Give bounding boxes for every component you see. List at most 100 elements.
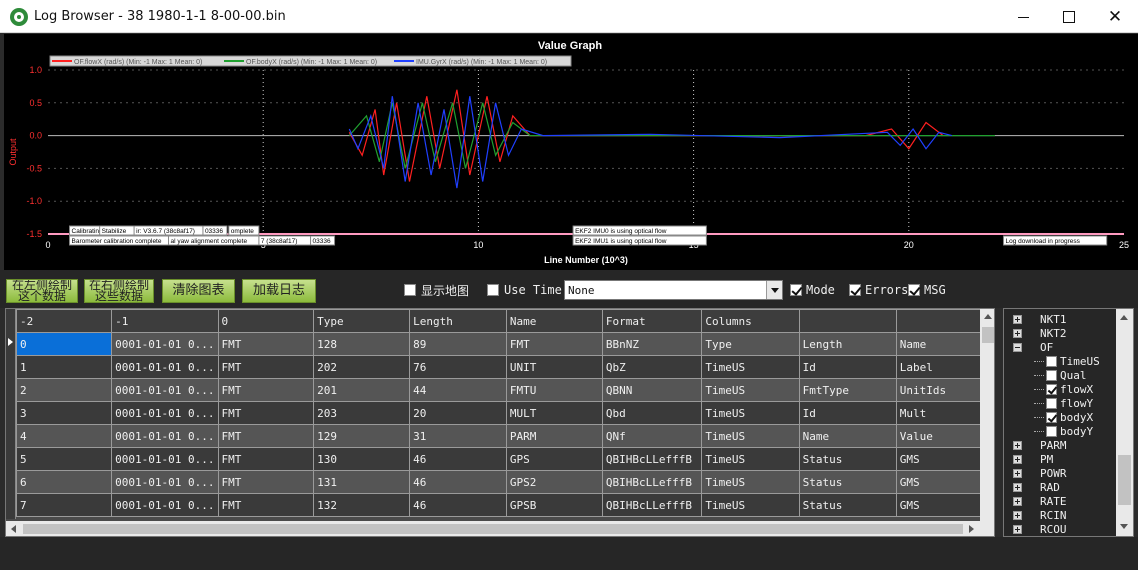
table-cell[interactable]: 5 — [15, 447, 113, 471]
table-cell[interactable]: TimeUS — [701, 355, 800, 379]
table-cell[interactable]: 0001-01-01 0... — [111, 424, 219, 448]
table-cell[interactable]: 0001-01-01 0... — [111, 332, 219, 356]
expand-icon[interactable] — [1013, 497, 1022, 506]
table-cell[interactable]: Name — [798, 424, 897, 448]
expand-icon[interactable] — [1013, 329, 1022, 338]
expand-icon[interactable] — [1013, 483, 1022, 492]
table-cell[interactable]: FMT — [505, 332, 603, 356]
table-vertical-scrollbar[interactable] — [980, 309, 994, 521]
table-cell[interactable]: TimeUS — [701, 470, 800, 494]
table-cell[interactable]: 4 — [15, 424, 113, 448]
table-cell[interactable]: 31 — [409, 424, 507, 448]
table-cell[interactable]: Length — [798, 332, 897, 356]
table-row[interactable]: 7 0001-01-01 0... FMT 132 46 GPSB QBIHBcLLefff… — [15, 493, 994, 517]
errors-checkbox[interactable] — [849, 284, 861, 296]
table-cell[interactable]: FMT — [217, 355, 315, 379]
table-cell[interactable]: 89 — [409, 332, 507, 356]
collapse-icon[interactable] — [1013, 343, 1022, 352]
table-cell[interactable]: 2 — [15, 378, 113, 402]
table-cell[interactable]: 128 — [313, 332, 411, 356]
column-header[interactable]: Name — [505, 309, 603, 333]
table-cell[interactable]: 46 — [409, 470, 507, 494]
tree-item[interactable]: flowX — [1004, 382, 1114, 396]
table-cell[interactable]: Value — [895, 424, 994, 448]
table-cell[interactable]: FMT — [217, 401, 315, 425]
row-header-column[interactable] — [6, 309, 16, 519]
table-cell[interactable]: GPS2 — [505, 470, 603, 494]
show-map-checkbox[interactable] — [404, 284, 416, 296]
table-cell[interactable]: FMT — [217, 470, 315, 494]
table-cell[interactable]: Status — [798, 447, 897, 471]
close-button[interactable]: ✕ — [1092, 0, 1138, 33]
table-cell[interactable]: Id — [798, 355, 897, 379]
table-cell[interactable]: Label — [895, 355, 994, 379]
graph-right-button[interactable]: 在右侧绘制 这些数据 — [84, 279, 154, 303]
tree-item[interactable]: NKT2 — [1004, 326, 1114, 340]
table-cell[interactable]: Status — [798, 493, 897, 517]
column-header[interactable]: Length — [409, 309, 507, 333]
table-cell[interactable]: QBIHBcLLefffB — [601, 493, 703, 517]
tree-item-checkbox[interactable] — [1046, 426, 1057, 437]
expand-icon[interactable] — [1013, 441, 1022, 450]
column-header[interactable]: Type — [313, 309, 411, 333]
clear-graph-button[interactable]: 清除图表 — [162, 279, 235, 303]
table-cell[interactable]: 131 — [313, 470, 411, 494]
table-cell[interactable]: FMT — [217, 447, 315, 471]
table-cell[interactable]: TimeUS — [701, 401, 800, 425]
table-row[interactable]: 0 0001-01-01 0... FMT 128 89 FMT BBnNZ Type Leng… — [15, 332, 994, 356]
scroll-right-icon[interactable] — [969, 525, 974, 533]
log-data-grid[interactable]: -2 -1 0 Type Length Name Format Columns 0 0001-0… — [5, 308, 995, 537]
table-cell[interactable]: FMT — [217, 378, 315, 402]
table-cell[interactable]: GMS — [895, 470, 994, 494]
load-log-button[interactable]: 加载日志 — [242, 279, 316, 303]
table-cell[interactable]: Qbd — [601, 401, 703, 425]
column-header[interactable]: Columns — [701, 309, 800, 333]
table-cell[interactable]: FMT — [217, 424, 315, 448]
table-cell[interactable]: 129 — [313, 424, 411, 448]
table-cell[interactable]: TimeUS — [701, 378, 800, 402]
table-cell[interactable]: 1 — [15, 355, 113, 379]
tree-item-checkbox[interactable] — [1046, 398, 1057, 409]
column-header[interactable]: 0 — [217, 309, 315, 333]
column-header[interactable]: -2 — [15, 309, 113, 333]
tree-item[interactable]: bodyY — [1004, 424, 1114, 438]
table-cell[interactable]: 132 — [313, 493, 411, 517]
table-cell[interactable]: QBIHBcLLefffB — [601, 447, 703, 471]
table-cell[interactable]: 201 — [313, 378, 411, 402]
table-cell[interactable]: 7 — [15, 493, 113, 517]
table-cell[interactable]: 6 — [15, 470, 113, 494]
table-cell[interactable]: UNIT — [505, 355, 603, 379]
table-cell[interactable]: 0 — [15, 332, 113, 356]
table-row[interactable]: 4 0001-01-01 0... FMT 129 31 PARM QNf TimeUS Nam… — [15, 424, 994, 448]
tree-item-checkbox[interactable] — [1046, 370, 1057, 381]
column-header[interactable]: Format — [601, 309, 703, 333]
scroll-up-icon[interactable] — [984, 314, 992, 319]
tree-item[interactable]: RCOU — [1004, 522, 1114, 536]
scroll-down-icon[interactable] — [1120, 524, 1128, 529]
mode-checkbox[interactable] — [790, 284, 802, 296]
tree-item[interactable]: POWR — [1004, 466, 1114, 480]
table-cell[interactable]: 0001-01-01 0... — [111, 378, 219, 402]
expand-icon[interactable] — [1013, 469, 1022, 478]
table-cell[interactable]: 76 — [409, 355, 507, 379]
table-cell[interactable]: 0001-01-01 0... — [111, 355, 219, 379]
table-cell[interactable]: UnitIds — [895, 378, 994, 402]
expand-icon[interactable] — [1013, 511, 1022, 520]
tree-item[interactable]: flowY — [1004, 396, 1114, 410]
tree-item[interactable]: PM — [1004, 452, 1114, 466]
table-cell[interactable]: 130 — [313, 447, 411, 471]
table-cell[interactable]: PARM — [505, 424, 603, 448]
table-cell[interactable]: 203 — [313, 401, 411, 425]
value-graph[interactable]: Value GraphOutputLine Number (10^3)05101… — [4, 34, 1138, 270]
scroll-left-icon[interactable] — [11, 525, 16, 533]
tree-item-checkbox[interactable] — [1046, 384, 1057, 395]
table-cell[interactable]: Type — [701, 332, 800, 356]
table-cell[interactable]: Id — [798, 401, 897, 425]
table-cell[interactable]: 44 — [409, 378, 507, 402]
column-header[interactable] — [798, 309, 897, 333]
tree-item[interactable]: bodyX — [1004, 410, 1114, 424]
table-row[interactable]: 1 0001-01-01 0... FMT 202 76 UNIT QbZ TimeUS Id L… — [15, 355, 994, 379]
tree-item-checkbox[interactable] — [1046, 356, 1057, 367]
scroll-thumb[interactable] — [982, 327, 994, 343]
table-cell[interactable]: GMS — [895, 447, 994, 471]
